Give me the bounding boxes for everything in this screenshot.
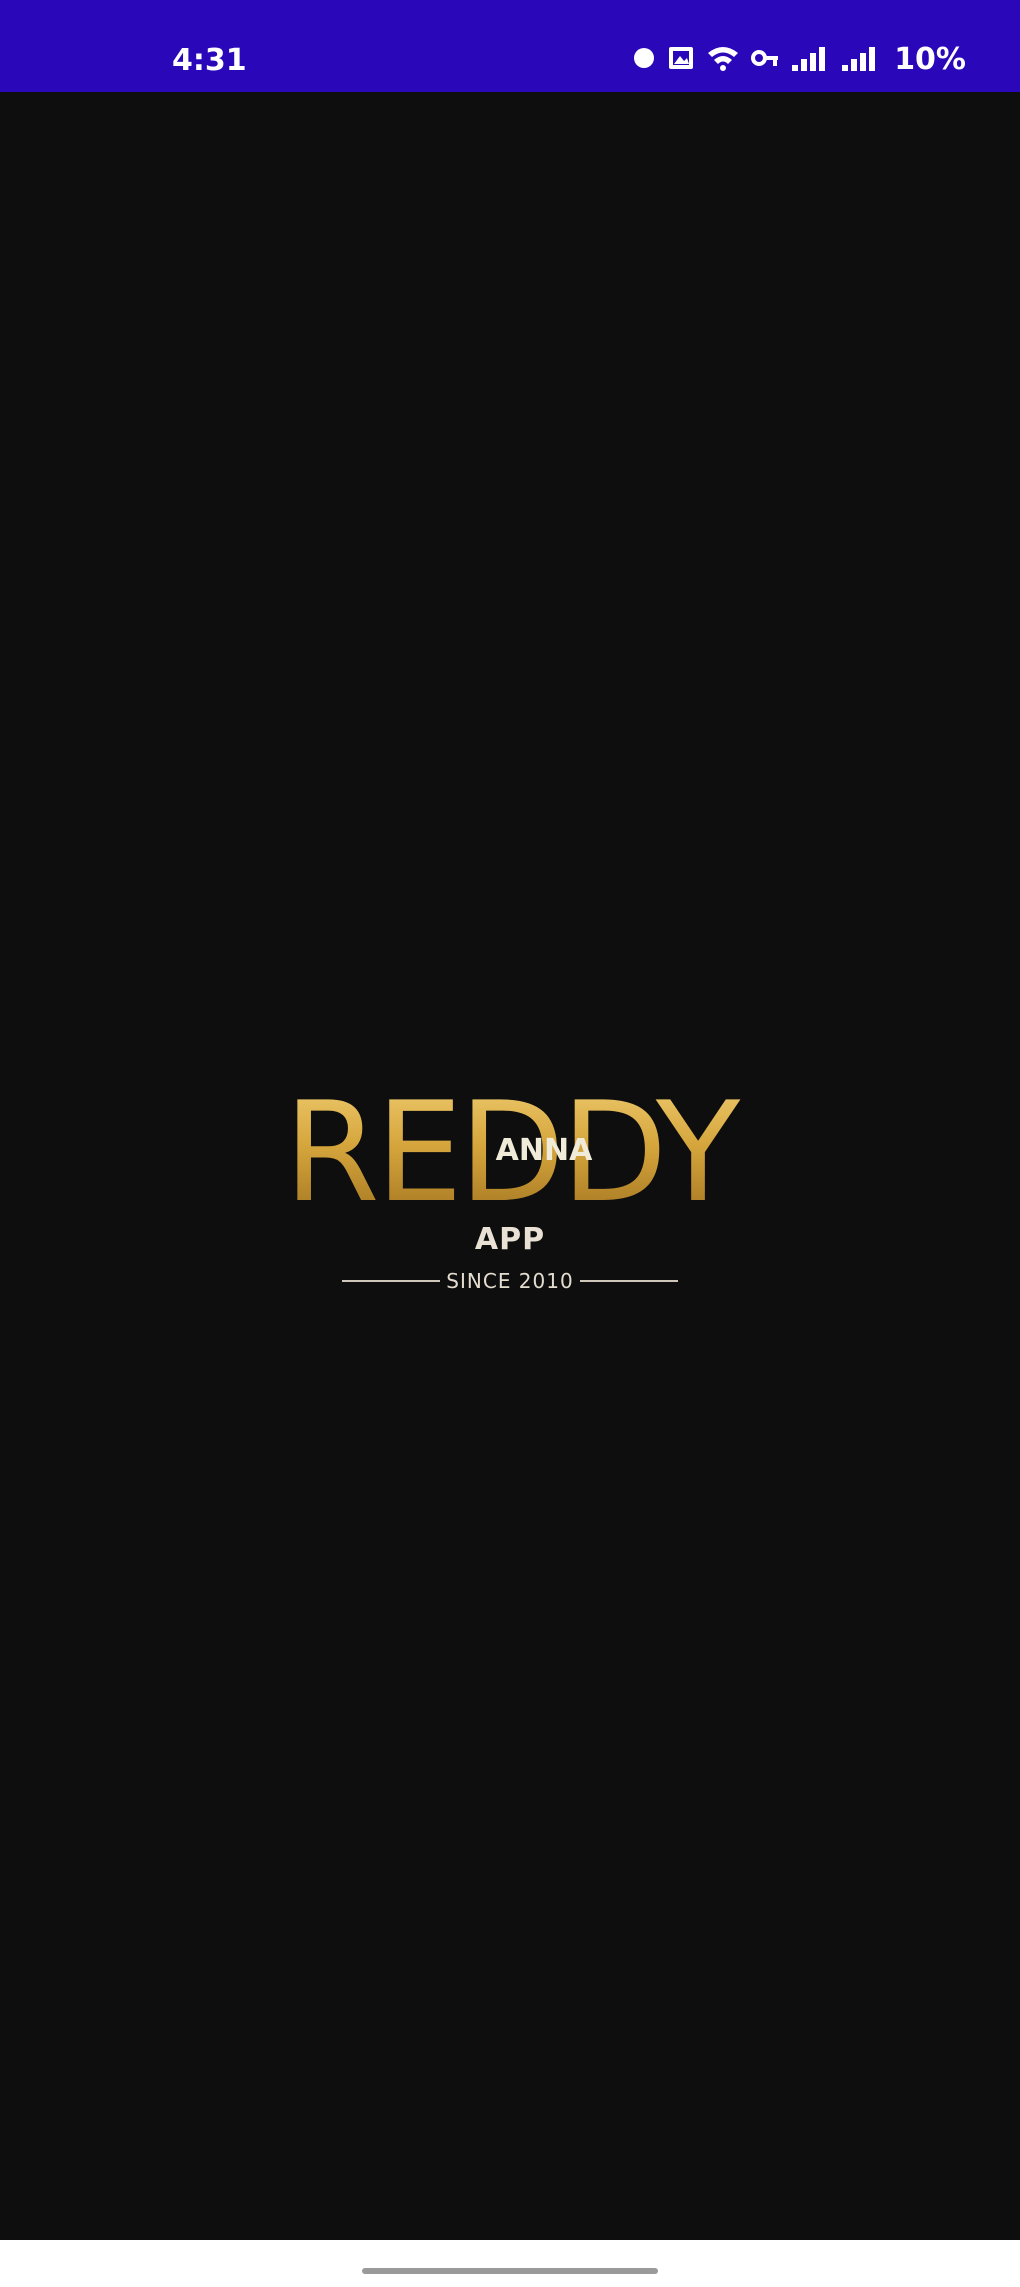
signal-icon	[790, 43, 830, 77]
since-divider-right	[579, 1280, 679, 1282]
app-logo: REDDY ANNA APP SINCE 2010	[270, 1050, 750, 1310]
status-time: 4:31	[172, 43, 247, 78]
wifi-icon	[706, 43, 740, 77]
app-label: APP	[474, 1222, 546, 1257]
notification-dot-icon	[632, 46, 656, 74]
navigation-bar	[0, 2240, 1020, 2287]
since-text: SINCE 2010	[446, 1269, 574, 1293]
gallery-icon	[666, 43, 696, 77]
status-bar: 4:31 10%	[0, 0, 1020, 92]
logo-wordmark: REDDY ANNA	[284, 1072, 745, 1220]
splash-screen: 4:31 10% REDDY ANNA APP SINCE 2010	[0, 0, 1020, 2287]
gesture-handle[interactable]	[362, 2268, 658, 2274]
status-icons: 10%	[632, 40, 966, 80]
since-divider-left	[342, 1280, 441, 1282]
brand-overlay-text: ANNA	[496, 1133, 593, 1168]
battery-percentage: 10%	[894, 42, 966, 77]
vpn-key-icon	[750, 43, 780, 77]
signal-icon-2	[840, 43, 880, 77]
since-row: SINCE 2010	[342, 1266, 679, 1296]
